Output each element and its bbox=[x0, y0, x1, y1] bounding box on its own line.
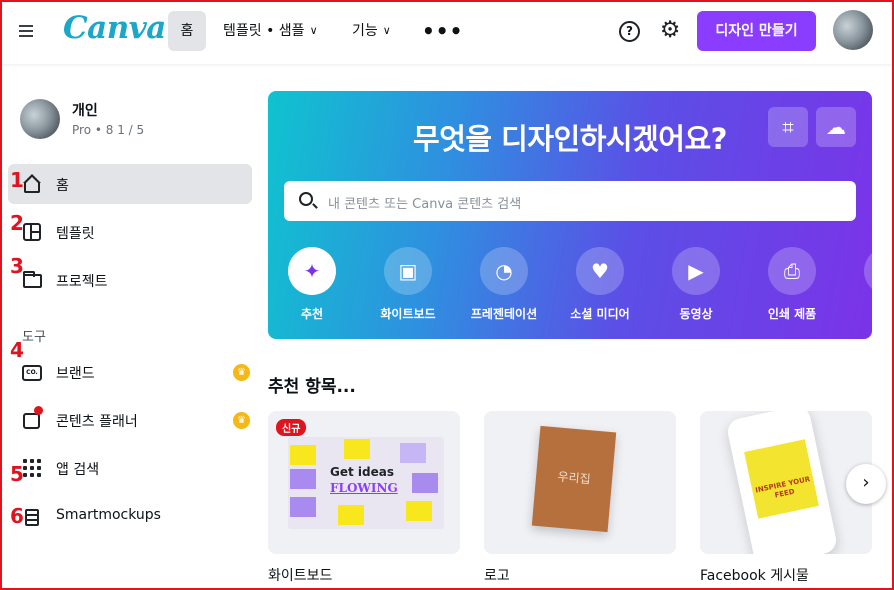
heart-icon: ♥ bbox=[576, 247, 624, 295]
sidebar-item-label: 콘텐츠 플래너 bbox=[56, 414, 138, 430]
sidebar-item-home[interactable]: 홈 bbox=[8, 164, 252, 204]
nav-templates-label: 템플릿 • 샘플 bbox=[223, 23, 305, 39]
annotation-number: 6 bbox=[10, 504, 24, 528]
tools-section-heading: 도구 bbox=[22, 330, 46, 345]
profile-avatar[interactable] bbox=[20, 99, 60, 139]
search-icon bbox=[299, 192, 313, 206]
category-whiteboard[interactable]: ▣ 화이트보드 bbox=[363, 247, 453, 322]
home-icon bbox=[22, 174, 42, 194]
annotation-number: 4 bbox=[10, 338, 24, 362]
thumbnail-text: INSPIRE YOUR FEED bbox=[754, 475, 811, 500]
canva-logo[interactable]: Canva bbox=[63, 10, 166, 46]
category-label: 마 bbox=[843, 305, 872, 322]
category-video[interactable]: ▶ 동영상 bbox=[651, 247, 741, 322]
more-options-icon[interactable]: ••• bbox=[422, 19, 463, 43]
more-icon: • bbox=[864, 247, 872, 295]
sidebar-item-brand[interactable]: CO. 브랜드 ♛ bbox=[8, 352, 252, 392]
hamburger-menu-icon[interactable] bbox=[19, 22, 39, 42]
sidebar-item-templates[interactable]: 템플릿 bbox=[8, 212, 252, 252]
sidebar-item-content-planner[interactable]: 콘텐츠 플래너 ♛ bbox=[8, 400, 252, 440]
annotation-number: 3 bbox=[10, 254, 24, 278]
thumbnail-text: FLOWING bbox=[330, 481, 398, 495]
layers-icon bbox=[22, 506, 42, 526]
annotation-number: 5 bbox=[10, 462, 24, 486]
search-input[interactable]: 내 콘텐츠 또는 Canva 콘텐츠 검색 bbox=[284, 181, 856, 221]
new-badge: 신규 bbox=[276, 419, 307, 436]
nav-features-menu[interactable]: 기능 ∨ bbox=[352, 11, 391, 51]
whiteboard-preview: Get ideas FLOWING bbox=[288, 437, 444, 529]
category-label: 인쇄 제품 bbox=[767, 307, 817, 321]
sidebar-item-apps[interactable]: 앱 검색 bbox=[8, 448, 252, 488]
category-more[interactable]: • 마 bbox=[843, 247, 872, 322]
logo-preview: 우리집 bbox=[531, 425, 617, 533]
category-label: 소셜 미디어 bbox=[570, 307, 630, 321]
chevron-down-icon: ∨ bbox=[309, 24, 318, 37]
post-preview: INSPIRE YOUR FEED bbox=[744, 439, 819, 519]
category-label: 프레젠테이션 bbox=[470, 307, 538, 321]
printer-icon: ⎙ bbox=[768, 247, 816, 295]
card-logo-thumbnail[interactable]: 우리집 bbox=[484, 411, 676, 554]
notification-dot bbox=[34, 406, 43, 415]
user-avatar[interactable] bbox=[833, 10, 873, 50]
sidebar-item-label: 브랜드 bbox=[56, 366, 95, 382]
sidebar-item-projects[interactable]: 프로젝트 bbox=[8, 260, 252, 300]
nav-home-button[interactable]: 홈 bbox=[168, 11, 206, 51]
brand-kit-icon: CO. bbox=[22, 362, 42, 382]
presentation-icon: ◔ bbox=[480, 247, 528, 295]
card-label[interactable]: Facebook 게시물 bbox=[700, 565, 809, 585]
category-recommended[interactable]: ✦ 추천 bbox=[268, 247, 357, 322]
thumbnail-text: 우리집 bbox=[556, 469, 592, 487]
category-label: 추천 bbox=[300, 307, 324, 321]
chevron-right-icon[interactable]: › bbox=[846, 464, 886, 504]
custom-size-icon[interactable]: ⌗ bbox=[768, 107, 808, 147]
create-design-button[interactable]: 디자인 만들기 bbox=[697, 11, 816, 51]
category-presentation[interactable]: ◔ 프레젠테이션 bbox=[459, 247, 549, 322]
video-icon: ▶ bbox=[672, 247, 720, 295]
card-whiteboard-thumbnail[interactable]: 신규 Get ideas FLOWING bbox=[268, 411, 460, 554]
crown-icon: ♛ bbox=[233, 364, 250, 381]
sidebar: 개인 Pro • 8 1 / 5 홈 템플릿 프로젝트 도구 CO. 브랜드 ♛… bbox=[2, 64, 260, 588]
sidebar-item-label: 템플릿 bbox=[56, 226, 95, 242]
help-icon[interactable]: ? bbox=[619, 21, 640, 42]
category-label: 동영상 bbox=[679, 307, 713, 321]
recommendations-heading: 추천 항목... bbox=[268, 377, 356, 397]
card-label[interactable]: 로고 bbox=[484, 565, 510, 585]
annotation-number: 1 bbox=[10, 168, 24, 192]
gear-icon[interactable]: ⚙ bbox=[657, 17, 683, 43]
thumbnail-text: Get ideas bbox=[330, 465, 394, 479]
card-label[interactable]: 화이트보드 bbox=[268, 565, 332, 585]
nav-templates-menu[interactable]: 템플릿 • 샘플 ∨ bbox=[223, 11, 318, 51]
folder-icon bbox=[22, 270, 42, 290]
crown-icon: ♛ bbox=[233, 412, 250, 429]
upload-cloud-icon[interactable]: ☁ bbox=[816, 107, 856, 147]
profile-plan-meta: Pro • 8 1 / 5 bbox=[72, 123, 145, 137]
sidebar-item-label: 프로젝트 bbox=[56, 274, 108, 290]
whiteboard-icon: ▣ bbox=[384, 247, 432, 295]
nav-features-label: 기능 bbox=[352, 23, 378, 39]
calendar-icon bbox=[22, 406, 43, 430]
template-icon bbox=[22, 222, 42, 242]
category-social-media[interactable]: ♥ 소셜 미디어 bbox=[555, 247, 645, 322]
chevron-down-icon: ∨ bbox=[382, 24, 391, 37]
sidebar-item-label: 홈 bbox=[56, 178, 69, 194]
phone-preview: INSPIRE YOUR FEED bbox=[725, 411, 839, 554]
annotation-number: 2 bbox=[10, 211, 24, 235]
apps-grid-icon bbox=[22, 458, 42, 478]
sidebar-item-label: Smartmockups bbox=[56, 507, 161, 523]
top-bar: Canva 홈 템플릿 • 샘플 ∨ 기능 ∨ ••• ? ⚙ 디자인 만들기 bbox=[2, 2, 892, 64]
hero-banner: 무엇을 디자인하시겠어요? ⌗ ☁ 내 콘텐츠 또는 Canva 콘텐츠 검색 … bbox=[268, 91, 872, 339]
category-label: 화이트보드 bbox=[380, 307, 436, 321]
sparkle-icon: ✦ bbox=[288, 247, 336, 295]
search-placeholder: 내 콘텐츠 또는 Canva 콘텐츠 검색 bbox=[328, 197, 522, 212]
profile-name[interactable]: 개인 bbox=[72, 100, 98, 120]
sidebar-item-label: 앱 검색 bbox=[56, 462, 100, 478]
category-print[interactable]: ⎙ 인쇄 제품 bbox=[747, 247, 837, 322]
sidebar-item-smartmockups[interactable]: Smartmockups bbox=[8, 496, 252, 536]
